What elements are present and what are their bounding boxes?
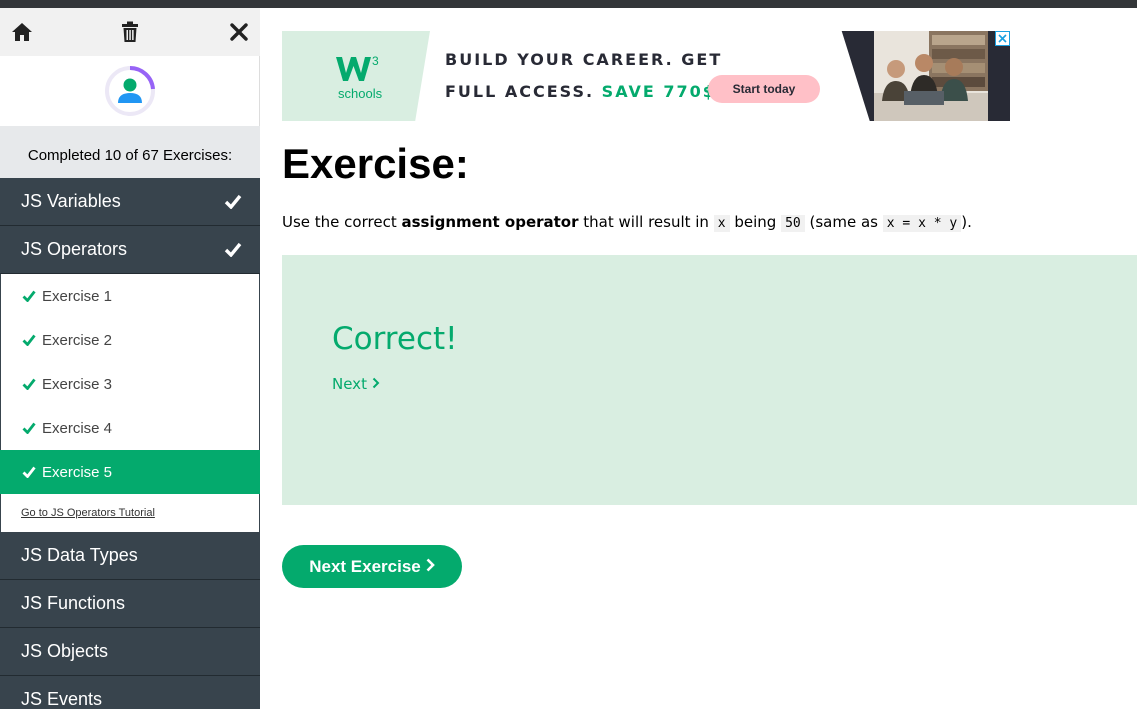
- user-avatar-icon[interactable]: [104, 65, 156, 117]
- sidebar-exercise-4[interactable]: Exercise 4: [0, 406, 260, 450]
- instr-mid2: being: [734, 213, 777, 231]
- ad-photo-image: [874, 31, 988, 121]
- sidebar-category-js-data-types[interactable]: JS Data Types: [0, 532, 260, 580]
- check-icon: [224, 241, 242, 262]
- instr-mid1: that will result in: [583, 213, 709, 231]
- chevron-right-icon: [426, 557, 435, 577]
- home-icon[interactable]: [10, 20, 34, 44]
- next-exercise-label: Next Exercise: [309, 556, 421, 576]
- ad-headline-1: BUILD YOUR CAREER. GET: [445, 50, 723, 69]
- category-label: JS Objects: [21, 641, 109, 661]
- exercise-label: Exercise 5: [42, 463, 113, 481]
- check-icon: [224, 193, 242, 214]
- ad-banner[interactable]: 3 schools BUILD YOUR CAREER. GET FULL AC…: [282, 31, 1010, 121]
- exercise-title: Exercise:: [282, 140, 469, 187]
- check-icon: [22, 334, 36, 346]
- result-panel: Correct! Next: [282, 255, 1137, 505]
- sidebar-exercise-2[interactable]: Exercise 2: [0, 318, 260, 362]
- avatar-area: [0, 56, 260, 126]
- next-link[interactable]: Next: [332, 375, 380, 393]
- ad-headline-2-text: FULL ACCESS.: [445, 82, 595, 101]
- sidebar-category-js-variables[interactable]: JS Variables: [0, 178, 260, 226]
- ad-logo-text: schools: [338, 86, 383, 101]
- sidebar-exercise-3[interactable]: Exercise 3: [0, 362, 260, 406]
- next-exercise-button[interactable]: Next Exercise: [282, 545, 462, 588]
- category-label: JS Functions: [21, 593, 126, 613]
- browser-top-bar: [0, 0, 1137, 8]
- category-label: JS Events: [21, 689, 103, 709]
- svg-text:3: 3: [372, 54, 379, 68]
- category-label: JS Variables: [21, 191, 121, 211]
- exercise-label: Exercise 4: [42, 419, 113, 437]
- instr-prefix: Use the correct: [282, 213, 397, 231]
- exercise-sidebar: Completed 10 of 67 Exercises: JS Variabl…: [0, 8, 260, 709]
- sidebar-category-js-functions[interactable]: JS Functions: [0, 580, 260, 628]
- ad-save-text: SAVE 770$: [601, 82, 716, 101]
- code-expression: x = x * y: [882, 215, 962, 232]
- check-icon: [22, 422, 36, 434]
- category-label: JS Operators: [21, 239, 128, 259]
- code-x: x: [713, 215, 730, 232]
- correct-message: Correct!: [332, 321, 458, 357]
- trash-icon[interactable]: [118, 20, 142, 44]
- sidebar-exercise-1[interactable]: Exercise 1: [0, 274, 260, 318]
- code-50: 50: [781, 215, 805, 232]
- sidebar-category-js-operators[interactable]: JS Operators: [0, 226, 260, 274]
- exercise-label: Exercise 2: [42, 331, 113, 349]
- sidebar-exercise-5[interactable]: Exercise 5: [0, 450, 260, 494]
- exercise-label: Exercise 3: [42, 375, 113, 393]
- category-label: JS Data Types: [21, 545, 138, 565]
- exercise-instructions: Use the correct assignment operator that…: [282, 213, 972, 232]
- check-icon: [22, 378, 36, 390]
- instr-suffix: ).: [961, 213, 972, 231]
- check-icon: [22, 466, 36, 478]
- next-link-label: Next: [332, 375, 367, 393]
- progress-text: Completed 10 of 67 Exercises:: [0, 126, 260, 178]
- chevron-right-icon: [372, 375, 380, 393]
- sidebar-category-js-events[interactable]: JS Events: [0, 676, 260, 709]
- close-icon[interactable]: [227, 20, 251, 44]
- w3schools-logo-icon: 3: [334, 53, 382, 89]
- sidebar-category-js-objects[interactable]: JS Objects: [0, 628, 260, 676]
- sidebar-toolbar: [0, 8, 260, 56]
- ad-headline-2: FULL ACCESS. SAVE 770$: [445, 82, 716, 101]
- ad-start-today-button[interactable]: Start today: [708, 75, 820, 103]
- exercise-label: Exercise 1: [42, 287, 113, 305]
- ad-close-icon[interactable]: [995, 31, 1010, 46]
- check-icon: [22, 290, 36, 302]
- instr-mid3: (same as: [809, 213, 878, 231]
- tutorial-link[interactable]: Go to JS Operators Tutorial: [0, 494, 260, 532]
- instr-bold: assignment operator: [401, 213, 579, 231]
